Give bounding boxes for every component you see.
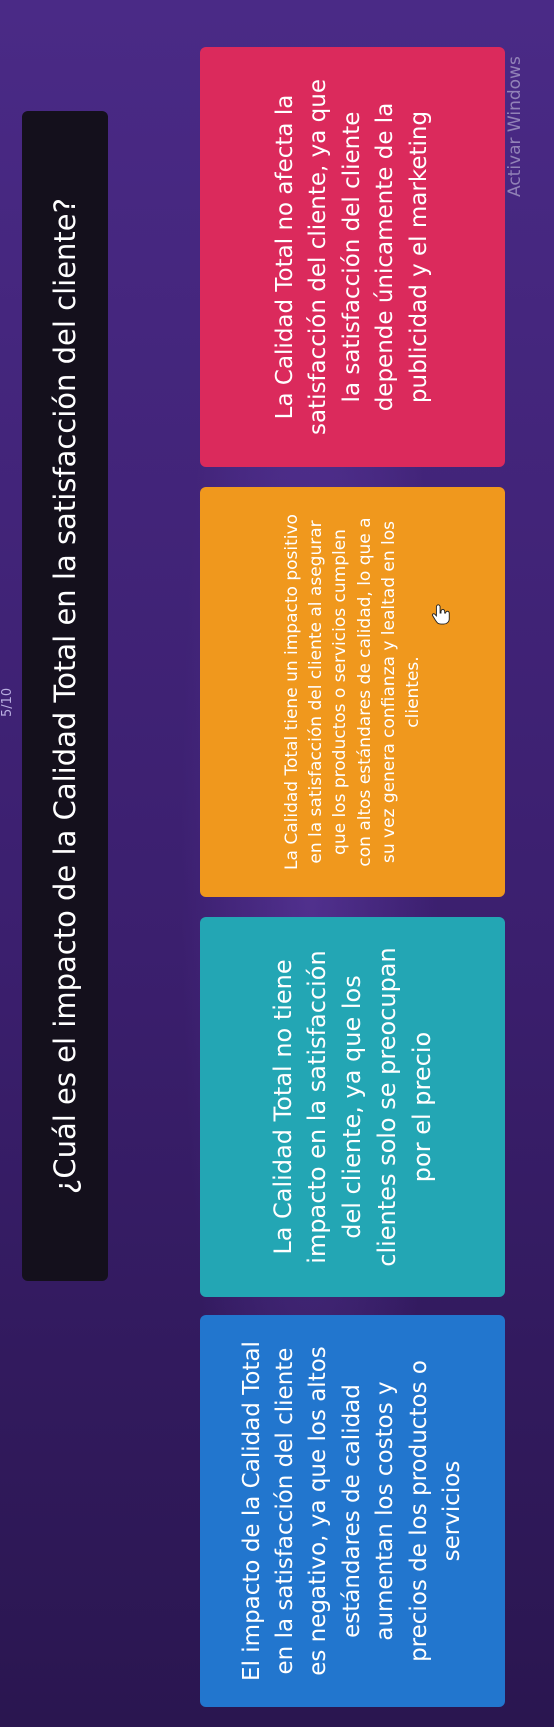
question-box: ¿Cuál es el impacto de la Calidad Total … xyxy=(22,111,108,1281)
quiz-screen: 5/10 ¿Cuál es el impacto de la Calidad T… xyxy=(0,0,554,1727)
answer-option-1[interactable]: El impacto de la Calidad Total en la sat… xyxy=(200,1315,505,1707)
question-text: ¿Cuál es el impacto de la Calidad Total … xyxy=(48,197,82,1195)
answer-option-2-text: La Calidad Total no tiene impacto en la … xyxy=(268,947,436,1267)
answer-option-3[interactable]: La Calidad Total tiene un impacto positi… xyxy=(200,487,505,897)
hand-pointer-icon xyxy=(431,604,450,625)
question-counter: 5/10 xyxy=(0,687,15,717)
answer-option-3-text: La Calidad Total tiene un impacto positi… xyxy=(282,514,423,870)
windows-activation-watermark: Activar Windows xyxy=(505,56,525,197)
answer-option-2[interactable]: La Calidad Total no tiene impacto en la … xyxy=(200,917,505,1297)
answer-option-1-text: El impacto de la Calidad Total en la sat… xyxy=(238,1341,465,1681)
answer-option-4-text: La Calidad Total no afecta la satisfacci… xyxy=(272,78,432,436)
answer-option-4[interactable]: La Calidad Total no afecta la satisfacci… xyxy=(200,47,505,467)
